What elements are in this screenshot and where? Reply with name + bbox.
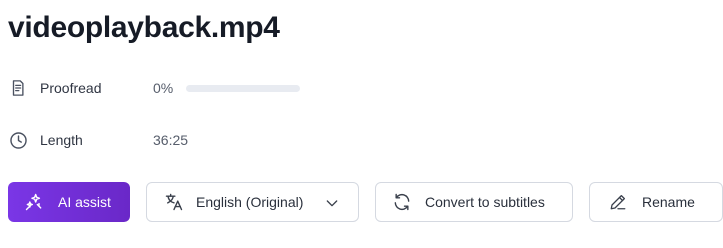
rename-button[interactable]: Rename xyxy=(589,182,723,222)
refresh-icon xyxy=(392,192,412,212)
sparkles-icon xyxy=(24,192,44,212)
rename-label: Rename xyxy=(642,194,695,210)
language-label: English (Original) xyxy=(196,194,304,210)
proofread-row: Proofread 0% xyxy=(8,76,428,100)
length-label: Length xyxy=(40,132,83,148)
language-select[interactable]: English (Original) xyxy=(146,182,359,222)
convert-label: Convert to subtitles xyxy=(425,194,545,210)
length-value: 36:25 xyxy=(153,132,189,148)
file-title: videoplayback.mp4 xyxy=(8,11,280,44)
pencil-icon xyxy=(608,192,628,212)
proofread-label: Proofread xyxy=(40,80,102,96)
ai-assist-button[interactable]: AI assist xyxy=(8,182,130,222)
chevron-down-icon xyxy=(322,193,342,213)
file-detail-panel: videoplayback.mp4 Proofread 0% Length 36… xyxy=(0,0,723,248)
ai-assist-label: AI assist xyxy=(58,194,111,210)
translate-icon xyxy=(164,192,184,212)
document-icon xyxy=(8,78,28,98)
proofread-progress-bar xyxy=(186,84,301,92)
proofread-value: 0% xyxy=(153,80,174,96)
length-row: Length 36:25 xyxy=(8,128,428,152)
clock-icon xyxy=(8,130,28,150)
convert-to-subtitles-button[interactable]: Convert to subtitles xyxy=(375,182,573,222)
